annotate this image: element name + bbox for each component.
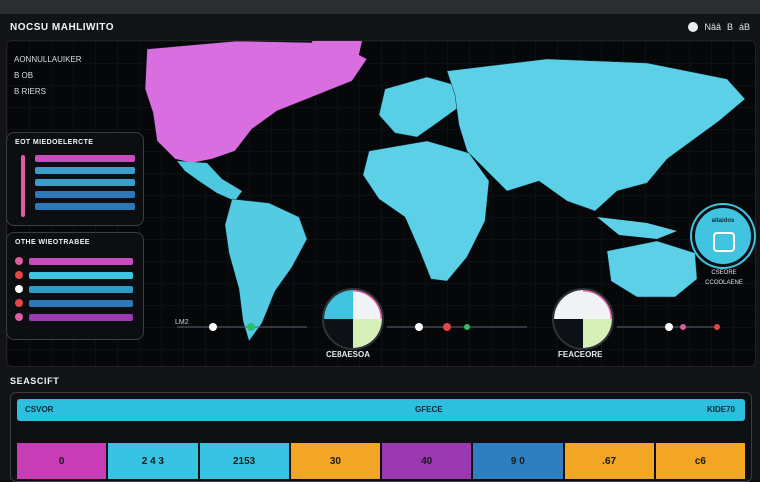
vertical-slider[interactable]	[21, 155, 25, 217]
indonesia-shape	[597, 217, 677, 239]
os-top-bar	[0, 0, 760, 14]
table-header: CSVOR GFECE KIDE70	[17, 399, 745, 421]
progress-bar-2	[29, 272, 133, 279]
asia-shape	[446, 58, 746, 212]
table-row[interactable]: 0 2 4 3 2153 30 40 9 0 .67 c6	[17, 443, 745, 479]
metric-bar-1	[35, 155, 135, 162]
timeline-point-3	[415, 323, 423, 331]
status-dot-2	[15, 271, 23, 279]
metrics-panel-bottom: OTHE WIEOTRABEE	[6, 232, 144, 340]
status-dot-3	[15, 285, 23, 293]
legend-heading: AONNULLAUIKER	[14, 55, 82, 64]
africa-shape	[362, 140, 490, 282]
progress-bar-3	[29, 286, 133, 293]
gauge-1-chart	[324, 290, 382, 348]
gauge-2[interactable]	[552, 288, 614, 350]
status-dot-1	[15, 257, 23, 265]
timeline-point-6	[665, 323, 673, 331]
table-header-2[interactable]: GFECE	[415, 405, 443, 414]
table-cell-8: c6	[655, 443, 745, 479]
australia-shape	[606, 240, 698, 298]
badge-text: aitaidos	[711, 218, 735, 224]
gauge-1[interactable]	[322, 288, 384, 350]
status-item-3[interactable]: áB	[739, 22, 750, 32]
monitor-icon	[713, 232, 735, 252]
progress-bar-1	[29, 258, 133, 265]
europe-shape	[378, 76, 460, 138]
status-item-1[interactable]: Nââ	[704, 22, 721, 32]
legend-item-1: B OB	[14, 71, 34, 80]
panel-top-title: EOT MIEDOELERCTE	[15, 139, 94, 146]
gauge-2-label: FEACEORE	[558, 350, 603, 359]
badge-note-2: CCOOLAENE	[705, 280, 743, 286]
table-cell-2: 2 4 3	[108, 443, 198, 479]
status-dot-4	[15, 299, 23, 307]
user-icon[interactable]	[688, 22, 699, 32]
gauge-2-chart	[554, 290, 612, 348]
table-cell-4: 30	[290, 443, 380, 479]
top-right-status: Nââ B áB	[688, 22, 750, 32]
progress-bar-4	[29, 300, 133, 307]
status-dot-5	[15, 313, 23, 321]
badge-notes: CSEORE CCOOLAENE	[698, 268, 750, 288]
status-badge[interactable]: aitaidos	[692, 205, 754, 267]
metric-bar-5	[35, 203, 135, 210]
metrics-panel-top: EOT MIEDOELERCTE	[6, 132, 144, 226]
table-header-3[interactable]: KIDE70	[707, 405, 735, 414]
table-cell-3: 2153	[199, 443, 289, 479]
metric-bar-3	[35, 179, 135, 186]
table-cell-1: 0	[17, 443, 107, 479]
status-item-2[interactable]: B	[727, 22, 733, 32]
table-header-1[interactable]: CSVOR	[25, 405, 53, 414]
central-america-shape	[177, 161, 242, 201]
progress-bar-5	[29, 314, 133, 321]
timeline-point-8	[714, 324, 720, 330]
panel-bottom-title: OTHE WIEOTRABEE	[15, 239, 90, 246]
table-cell-7: .67	[564, 443, 654, 479]
timeline-point-7	[680, 324, 686, 330]
app-title: NOCSU MAHLIWITO	[10, 22, 114, 33]
timeline-point-5	[464, 324, 470, 330]
timeline-point-2	[247, 323, 255, 331]
table-cell-6: 9 0	[473, 443, 563, 479]
metric-bar-4	[35, 191, 135, 198]
data-table: CSVOR GFECE KIDE70 0 2 4 3 2153 30 40 9 …	[10, 392, 752, 482]
table-cell-5: 40	[382, 443, 472, 479]
badge-note-1: CSEORE	[711, 270, 737, 276]
timeline-point-1	[209, 323, 217, 331]
timeline-tick-label: LM2	[175, 319, 189, 326]
map-legend: AONNULLAUIKER B OB B RIERS	[14, 52, 82, 100]
section-title: SEASCIFT	[10, 376, 60, 386]
legend-item-2: B RIERS	[14, 87, 47, 96]
south-america-shape	[224, 198, 308, 342]
gauge-1-label: CE8AESOA	[326, 350, 371, 359]
metric-bar-2	[35, 167, 135, 174]
timeline-point-4	[443, 323, 451, 331]
